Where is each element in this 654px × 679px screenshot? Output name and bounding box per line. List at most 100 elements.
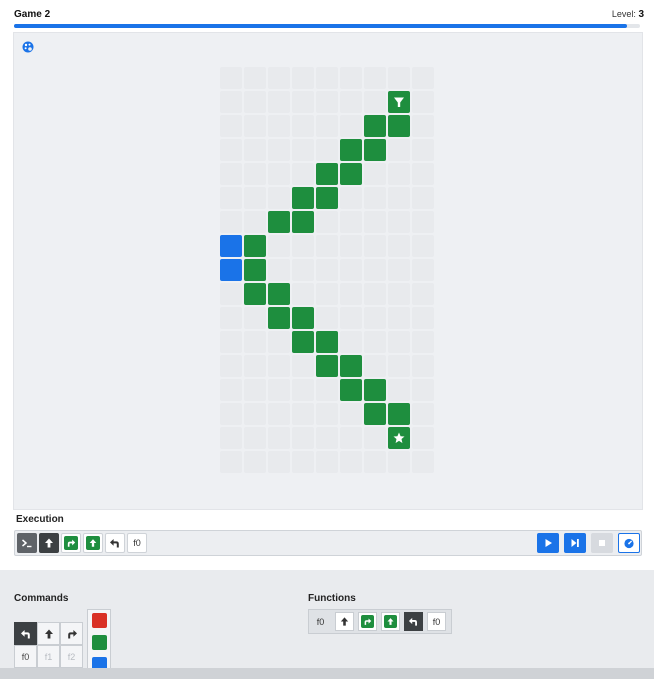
function-name-label: f0 — [316, 616, 325, 627]
function-slot[interactable] — [381, 612, 400, 631]
grid-cell-empty — [244, 211, 266, 233]
function-slot[interactable] — [404, 612, 423, 631]
level-progress-fill — [14, 24, 628, 28]
grid-cell-green — [340, 379, 362, 401]
grid-cell-empty — [412, 259, 434, 281]
grid-cell-empty — [220, 403, 242, 425]
command-f2[interactable]: f2 — [60, 645, 83, 668]
terminal-icon — [22, 539, 32, 548]
grid-cell-empty — [268, 91, 290, 113]
grid-cell-empty — [268, 139, 290, 161]
function-slot[interactable]: f0 — [427, 612, 446, 631]
function-slot[interactable] — [335, 612, 354, 631]
grid-cell-empty — [316, 211, 338, 233]
functions-label: Functions — [308, 593, 356, 604]
header-bar: Game 2 Level: 3 — [0, 0, 654, 28]
grid-cell-empty — [388, 355, 410, 377]
green-condition — [64, 536, 78, 550]
grid-cell-green — [316, 355, 338, 377]
grid-cell-empty — [244, 403, 266, 425]
grid-cell-empty — [364, 259, 386, 281]
palette-icon[interactable] — [22, 41, 34, 53]
grid-cell-empty — [412, 67, 434, 89]
execution-step-current[interactable] — [39, 533, 59, 553]
execution-step[interactable] — [105, 533, 125, 553]
grid-cell-empty — [412, 379, 434, 401]
grid-cell-empty — [220, 91, 242, 113]
grid-cell-empty — [244, 355, 266, 377]
grid-cell-empty — [220, 67, 242, 89]
grid-cell-blue — [220, 259, 242, 281]
stop-button[interactable] — [591, 533, 613, 553]
grid-cell-empty — [292, 451, 314, 473]
grid-cell-empty — [364, 67, 386, 89]
grid-cell-empty — [316, 91, 338, 113]
puzzle-grid — [220, 67, 436, 481]
grid-cell-empty — [364, 163, 386, 185]
grid-cell-empty — [244, 187, 266, 209]
command-turn-right[interactable] — [60, 622, 83, 645]
grid-cell-empty — [364, 451, 386, 473]
grid-cell-empty — [364, 331, 386, 353]
command-f0[interactable]: f0 — [14, 645, 37, 668]
grid-cell-empty — [316, 283, 338, 305]
grid-cell-empty — [316, 67, 338, 89]
grid-cell-empty — [340, 91, 362, 113]
grid-cell-empty — [388, 139, 410, 161]
grid-cell-empty — [292, 403, 314, 425]
grid-cell-empty — [388, 331, 410, 353]
grid-cell-empty — [244, 67, 266, 89]
grid-cell-empty — [268, 235, 290, 257]
command-label: f2 — [67, 651, 76, 662]
command-arrow-up[interactable] — [37, 622, 60, 645]
grid-cell-empty — [412, 403, 434, 425]
grid-cell-empty — [364, 187, 386, 209]
grid-cell-empty — [388, 283, 410, 305]
grid-cell-empty — [268, 67, 290, 89]
grid-cell-empty — [412, 115, 434, 137]
grid-cell-empty — [268, 259, 290, 281]
command-turn-left[interactable] — [14, 622, 37, 645]
arrow-up-icon — [45, 538, 53, 548]
command-f1[interactable]: f1 — [37, 645, 60, 668]
color-red[interactable] — [92, 613, 107, 628]
game-title: Game 2 — [14, 9, 51, 20]
grid-cell-empty — [268, 331, 290, 353]
grid-cell-empty — [292, 115, 314, 137]
execution-step[interactable] — [83, 533, 103, 553]
grid-cell-empty — [412, 91, 434, 113]
grid-cell-green — [268, 283, 290, 305]
grid-cell-green — [268, 307, 290, 329]
grid-cell-empty — [364, 307, 386, 329]
level-value: 3 — [638, 9, 644, 20]
grid-cell-empty — [316, 307, 338, 329]
grid-cell-empty — [220, 379, 242, 401]
grid-cell-empty — [412, 235, 434, 257]
color-green[interactable] — [92, 635, 107, 650]
execution-cursor[interactable] — [17, 533, 37, 553]
grid-cell-empty — [412, 139, 434, 161]
play-button[interactable] — [537, 533, 559, 553]
grid-cell-empty — [244, 427, 266, 449]
level-progress-bar — [14, 24, 640, 28]
grid-cell-empty — [268, 187, 290, 209]
arrow-up-icon — [89, 539, 97, 547]
grid-cell-empty — [292, 235, 314, 257]
execution-step-call[interactable]: f0 — [127, 533, 147, 553]
grid-cell-empty — [412, 451, 434, 473]
grid-cell-empty — [412, 163, 434, 185]
execution-step[interactable] — [61, 533, 81, 553]
grid-cell-green — [244, 235, 266, 257]
command-label: f0 — [21, 651, 30, 662]
turn-left-icon — [408, 617, 417, 626]
speed-button[interactable] — [618, 533, 640, 553]
grid-cell-empty — [220, 163, 242, 185]
grid-cell-green — [268, 211, 290, 233]
grid-cell-empty — [388, 259, 410, 281]
grid-cell-empty — [220, 283, 242, 305]
step-button[interactable] — [564, 533, 586, 553]
grid-cell-empty — [388, 235, 410, 257]
function-slot[interactable] — [358, 612, 377, 631]
grid-cell-empty — [340, 331, 362, 353]
grid-cell-empty — [244, 115, 266, 137]
